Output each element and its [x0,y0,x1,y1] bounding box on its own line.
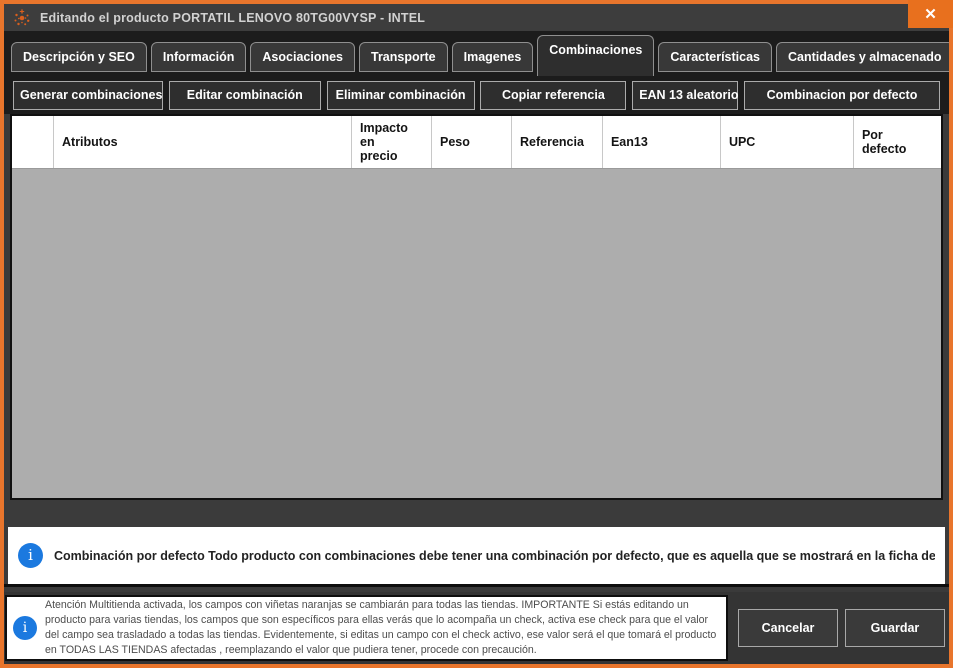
generar-combinaciones-button[interactable]: Generar combinaciones [13,80,163,110]
tab-informacion[interactable]: Información [150,42,247,72]
combinations-table: Atributos Impacto en precio Peso Referen… [10,114,943,500]
table-header-peso[interactable]: Peso [432,116,512,168]
tab-descripcion-y-seo[interactable]: Descripción y SEO [11,42,147,72]
combinacion-por-defecto-button[interactable]: Combinacion por defecto [743,80,940,110]
title-bar[interactable]: Editando el producto PORTATIL LENOVO 80T… [4,4,949,31]
default-combination-info-text: Combinación por defecto Todo producto co… [54,548,935,563]
product-editor-window: Editando el producto PORTATIL LENOVO 80T… [4,4,949,664]
table-infobar-gap [4,500,949,527]
default-combination-info-bar: i Combinación por defecto Todo producto … [8,527,945,584]
tab-combinaciones[interactable]: Combinaciones [537,35,655,76]
tab-bar: Descripción y SEO Información Asociacion… [4,31,949,76]
close-button[interactable]: ✕ [908,0,953,28]
footer-bar: i Atención Multitienda activada, los cam… [4,592,949,664]
table-header-row: Atributos Impacto en precio Peso Referen… [12,116,941,169]
tab-caracteristicas[interactable]: Características [658,42,773,72]
table-header-upc[interactable]: UPC [721,116,854,168]
save-button[interactable]: Guardar [845,609,945,647]
multistore-warning-text: Atención Multitienda activada, los campo… [45,599,717,656]
combinations-toolbar: Generar combinaciones Editar combinación… [4,76,949,114]
table-header-impacto-en-precio[interactable]: Impacto en precio [352,116,432,168]
info-icon: i [18,543,43,568]
cancel-button[interactable]: Cancelar [738,609,838,647]
close-icon: ✕ [924,5,937,23]
combinations-table-body-empty [12,169,941,498]
tab-transporte[interactable]: Transporte [359,42,448,72]
tab-asociaciones[interactable]: Asociaciones [250,42,355,72]
window-title: Editando el producto PORTATIL LENOVO 80T… [40,10,426,25]
footer-buttons: Cancelar Guardar [728,609,949,647]
table-header-referencia[interactable]: Referencia [512,116,603,168]
tab-cantidades-y-almacenado[interactable]: Cantidades y almacenado [776,42,949,72]
table-header-por-defecto[interactable]: Por defecto [854,116,941,168]
editar-combinacion-button[interactable]: Editar combinación [168,80,321,110]
multistore-warning-box: i Atención Multitienda activada, los cam… [5,595,728,661]
info-icon: i [13,616,37,640]
ean13-aleatorio-button[interactable]: EAN 13 aleatorio [632,80,739,110]
app-spark-icon [14,8,30,25]
tab-imagenes[interactable]: Imagenes [451,42,534,72]
copiar-referencia-button[interactable]: Copiar referencia [480,80,627,110]
eliminar-combinacion-button[interactable]: Eliminar combinación [326,80,475,110]
table-header-selector [12,116,54,168]
table-header-atributos[interactable]: Atributos [54,116,352,168]
table-header-ean13[interactable]: Ean13 [603,116,721,168]
